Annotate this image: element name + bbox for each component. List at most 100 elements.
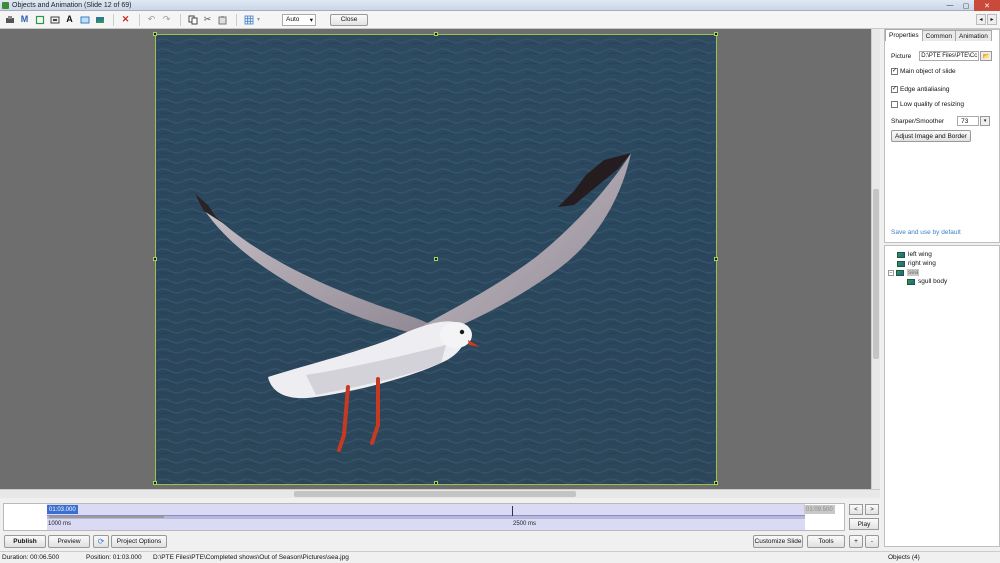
status-position: Position: 01:03.000 [86,554,142,561]
close-button[interactable]: Close [330,13,369,26]
grid-icon[interactable] [242,13,255,26]
add-object-button[interactable]: + [849,535,863,548]
panel-left-icon[interactable]: ◂ [976,14,986,25]
mask-icon[interactable]: M [18,13,31,26]
vertical-scrollbar[interactable] [871,29,880,489]
text-icon[interactable]: A [63,13,76,26]
main-object-checkbox[interactable]: ✓ [891,67,898,75]
resize-handle[interactable] [153,32,157,36]
title-bar: Objects and Animation (Slide 12 of 69) —… [0,0,1000,11]
tab-common[interactable]: Common [921,30,956,41]
sharper-label: Sharper/Smoother [891,117,945,125]
panel-tabs: Properties Common Animation [885,29,992,41]
app-icon [2,1,9,9]
preview-button[interactable]: Preview [48,535,90,548]
chevron-down-icon[interactable]: ▾ [980,116,991,126]
tree-item-sea[interactable]: − sea [888,268,920,277]
collapse-icon[interactable]: − [888,269,894,276]
center-handle[interactable] [434,257,438,261]
status-objects-count: Objects (4) [888,554,920,561]
picture-object-icon [897,251,905,258]
browse-folder-icon[interactable]: 📂 [980,51,993,61]
save-default-link[interactable]: Save and use by default [891,229,961,236]
copy-icon[interactable] [186,13,199,26]
edge-antialiasing-checkbox[interactable]: ✓ [891,85,898,93]
undo-icon[interactable]: ↶ [145,13,158,26]
image-icon[interactable] [48,13,61,26]
current-time-marker[interactable]: 01:03.000 [47,505,78,514]
resize-handle[interactable] [714,32,718,36]
end-time-marker[interactable]: 01:09.500 [804,505,835,514]
timeline-prev-button[interactable]: < [849,504,863,515]
loop-icon: ⟳ [97,537,105,546]
sharper-row: Sharper/Smoother 73 ▾ [891,115,996,127]
keyframe-marker[interactable] [512,506,513,516]
grid-dropdown-icon[interactable]: ▾ [257,17,260,23]
picture-path-field[interactable]: D:\PTE Files\PTE\Cc [919,51,980,61]
paste-icon[interactable] [216,13,229,26]
scroll-thumb[interactable] [873,189,879,359]
picture-row: Picture D:\PTE Files\PTE\Cc 📂 [891,50,996,62]
resize-handle[interactable] [153,257,157,261]
window-close-icon[interactable]: ✕ [974,0,1000,11]
edge-antialiasing-label: Edge antialiasing [900,85,950,93]
status-file-path: D:\PTE Files\PTE\Completed shows\Out of … [153,554,349,561]
properties-content: Picture D:\PTE Files\PTE\Cc 📂 ✓ Main obj… [891,50,996,145]
play-button[interactable]: Play [849,518,879,530]
adjust-image-border-button[interactable]: Adjust Image and Border [891,130,971,142]
project-options-button[interactable]: Project Options [111,535,167,548]
adjust-row: Adjust Image and Border [891,130,996,142]
minimize-icon[interactable]: — [942,0,958,11]
tree-item-sgull-body[interactable]: sgull body [907,277,947,286]
low-quality-row: Low quality of resizing [891,98,996,110]
picture-object-icon [896,269,904,276]
resize-handle[interactable] [714,257,718,261]
window-title: Objects and Animation (Slide 12 of 69) [12,1,132,9]
tree-item-right-wing[interactable]: right wing [897,259,936,268]
panel-right-icon[interactable]: ▸ [987,14,997,25]
window-controls: — ▢ ✕ [942,0,1000,11]
add-object-icon[interactable] [3,13,16,26]
zoom-select[interactable]: Auto ▾ [282,13,317,26]
sharper-input[interactable]: 73 [957,116,980,126]
redo-icon[interactable]: ↷ [160,13,173,26]
status-bar: Duration: 00:06.500 Position: 01:03.000 … [0,551,1000,563]
rectangle-icon[interactable] [78,13,91,26]
maximize-icon[interactable]: ▢ [958,0,974,11]
resize-handle[interactable] [714,481,718,485]
tree-item-left-wing[interactable]: left wing [897,250,932,259]
tab-properties[interactable]: Properties [885,29,923,41]
toolbar: M A ✕ ↶ ↷ ✂ ▾ Auto ▾ Close ◂ ▸ [0,11,1000,29]
timeline-progress [49,516,164,518]
timeline-next-button[interactable]: > [865,504,879,515]
loop-button[interactable]: ⟳ [93,535,109,548]
frame-icon[interactable] [33,13,46,26]
resize-handle[interactable] [434,481,438,485]
panel-toggle: ◂ ▸ [976,14,997,25]
timeline-label-mid: 2500 ms [513,521,537,527]
picture-label: Picture [891,52,912,60]
main-object-label: Main object of slide [900,67,956,75]
horizontal-scrollbar[interactable] [0,489,880,498]
objects-tree: left wing right wing − sea sgull body [884,245,1000,547]
tools-button[interactable]: Tools [807,535,845,548]
picture-icon[interactable] [93,13,106,26]
resize-handle[interactable] [153,481,157,485]
status-duration: Duration: 00:06.500 [2,554,60,561]
timeline[interactable]: 01:03.000 01:09.500 1000 ms 2500 ms [3,503,845,531]
toolbar-separator [113,13,114,26]
timeline-label-start: 1000 ms [48,521,72,527]
customize-slide-button[interactable]: Customize Slide [753,535,803,548]
main-object-row: ✓ Main object of slide [891,65,996,77]
remove-object-button[interactable]: - [865,535,879,548]
picture-object-icon [907,278,915,285]
cut-icon[interactable]: ✂ [201,13,214,26]
delete-icon[interactable]: ✕ [119,13,132,26]
scroll-thumb[interactable] [294,491,576,497]
resize-handle[interactable] [434,32,438,36]
low-quality-checkbox[interactable] [891,100,898,108]
publish-button[interactable]: Publish [4,535,46,548]
chevron-down-icon: ▾ [309,16,314,24]
tab-animation[interactable]: Animation [955,30,992,41]
picture-object-icon [897,260,905,267]
